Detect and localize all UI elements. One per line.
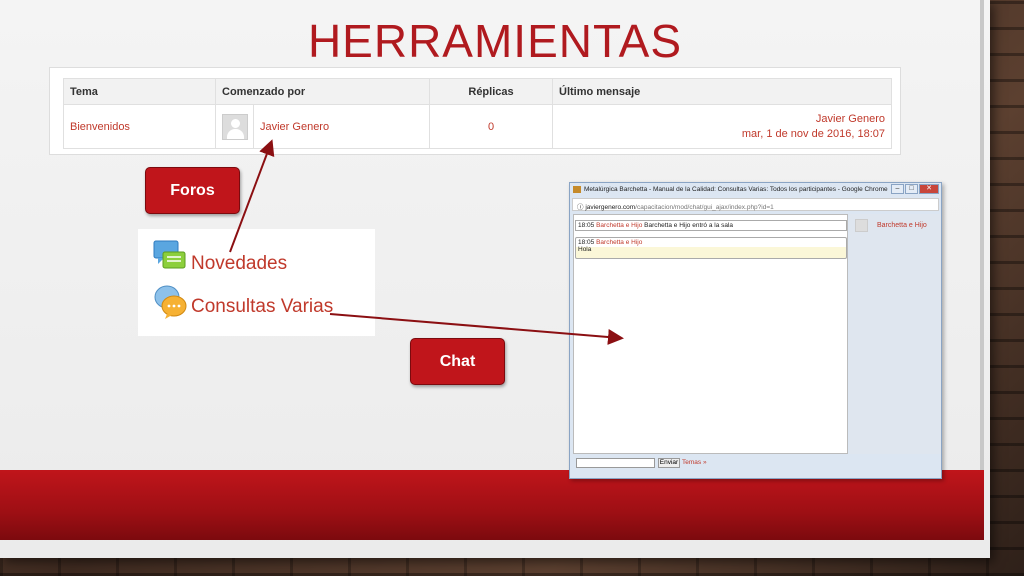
menu-item-consultas[interactable]: Consultas Varias xyxy=(191,296,333,318)
forum-table-panel: Tema Comenzado por Réplicas Último mensa… xyxy=(49,67,901,155)
chat-user-link[interactable]: Barchetta e Hijo xyxy=(877,222,927,229)
message-text: Barchetta e Hijo entró a la sala xyxy=(644,222,734,229)
chat-bubbles-icon xyxy=(154,285,187,319)
url-bar[interactable]: ⓘ javiergenero.com/capacitacion/mod/chat… xyxy=(572,198,939,211)
author-link[interactable]: Javier Genero xyxy=(254,121,329,133)
close-icon[interactable]: ✕ xyxy=(919,184,939,194)
url-host: javiergenero.com xyxy=(585,204,636,211)
forum-table: Tema Comenzado por Réplicas Último mensa… xyxy=(63,78,892,149)
avatar[interactable] xyxy=(855,219,868,232)
themes-link[interactable]: Temas » xyxy=(682,459,707,466)
chat-message: 18:05 Barchetta e Hijo Barchetta e Hijo … xyxy=(575,220,847,231)
chat-input-bar: Enviar Temas » xyxy=(573,455,939,475)
foros-callout: Foros xyxy=(145,167,240,214)
window-title: Metalúrgica Barchetta - Manual de la Cal… xyxy=(584,186,888,193)
message-user: Barchetta e Hijo xyxy=(596,239,643,246)
table-header-row: Tema Comenzado por Réplicas Último mensa… xyxy=(63,78,892,105)
info-icon: ⓘ xyxy=(577,204,584,211)
chat-message-input[interactable] xyxy=(576,458,655,468)
chat-callout: Chat xyxy=(410,338,505,385)
slide-edge xyxy=(980,0,984,540)
column-header-comenzado[interactable]: Comenzado por xyxy=(215,78,430,105)
send-button[interactable]: Enviar xyxy=(658,458,680,468)
table-row: Bienvenidos Javier Genero 0 Javier Gener… xyxy=(63,104,892,149)
chat-message: 18:05 Barchetta e Hijo Hola xyxy=(575,237,847,259)
chat-users-panel: Barchetta e Hijo xyxy=(849,214,941,454)
activity-menu: Novedades Consultas Varias xyxy=(138,229,375,336)
column-header-replicas[interactable]: Réplicas xyxy=(429,78,553,105)
replies-count[interactable]: 0 xyxy=(429,104,553,149)
last-message-author[interactable]: Javier Genero xyxy=(559,112,885,127)
message-text: Hola xyxy=(578,246,592,253)
avatar[interactable] xyxy=(221,113,248,140)
slide-title: HERRAMIENTAS xyxy=(307,15,683,67)
chat-window: Metalúrgica Barchetta - Manual de la Cal… xyxy=(569,182,942,479)
last-message-date[interactable]: mar, 1 de nov de 2016, 18:07 xyxy=(559,127,885,142)
minimize-icon[interactable]: – xyxy=(891,184,904,194)
column-header-tema[interactable]: Tema xyxy=(63,78,216,105)
column-header-ultimo[interactable]: Último mensaje xyxy=(552,78,892,105)
maximize-icon[interactable]: □ xyxy=(905,184,918,194)
author-cell: Javier Genero xyxy=(215,104,430,149)
chat-messages-area: 18:05 Barchetta e Hijo Barchetta e Hijo … xyxy=(573,214,848,454)
menu-item-novedades[interactable]: Novedades xyxy=(191,253,287,275)
message-time: 18:05 xyxy=(578,222,595,229)
forum-icon xyxy=(153,240,186,269)
url-path: /capacitacion/mod/chat/gui_ajax/index.ph… xyxy=(635,204,774,211)
message-time: 18:05 xyxy=(578,239,595,246)
red-band xyxy=(0,470,984,540)
message-user: Barchetta e Hijo xyxy=(596,222,643,229)
topic-link[interactable]: Bienvenidos xyxy=(63,104,216,149)
last-message-cell: Javier Genero mar, 1 de nov de 2016, 18:… xyxy=(552,104,892,149)
window-controls: – □ ✕ xyxy=(891,184,939,194)
